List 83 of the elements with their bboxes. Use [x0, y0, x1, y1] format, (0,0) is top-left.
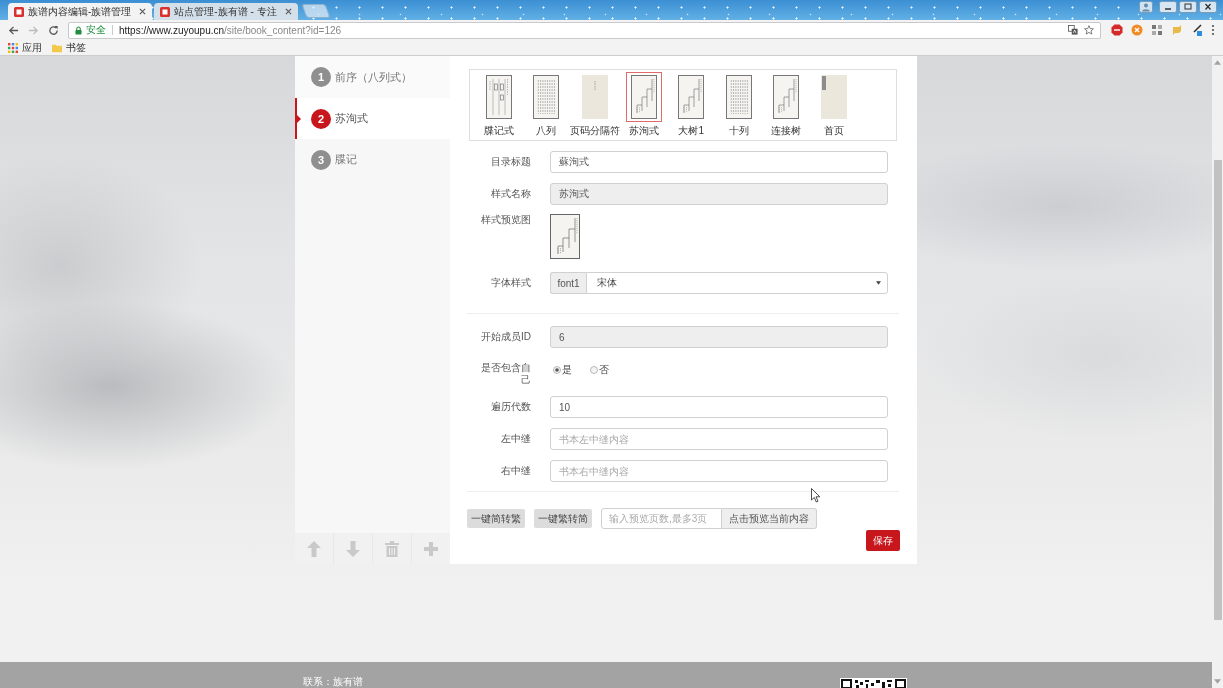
star-icon[interactable] — [1084, 25, 1094, 35]
style-option[interactable]: 牒记式 — [475, 72, 523, 138]
plus-icon[interactable] — [424, 540, 438, 557]
new-tab-button[interactable] — [301, 4, 331, 18]
folder-icon — [52, 42, 62, 53]
bookmark-item[interactable]: 书签 — [52, 40, 86, 55]
forward-arrow-icon[interactable] — [28, 24, 39, 36]
scroll-down-icon[interactable] — [1214, 679, 1221, 684]
url-text: https://www.zuyoupu.cn/site/book_content?id=126 — [119, 24, 343, 36]
qr-code-icon — [840, 678, 907, 688]
field-label: 左中缝 — [500, 433, 531, 445]
apps-grid-icon — [8, 42, 18, 53]
close-icon[interactable] — [1199, 1, 1217, 13]
field-label: 开始成员ID — [480, 331, 531, 343]
text-input[interactable]: 书本右中缝内容 — [550, 460, 888, 482]
field-label: 样式预览图 — [480, 214, 531, 226]
page-thumbnail-icon — [725, 75, 752, 119]
address-bar[interactable]: 安全 https://www.zuyoupu.cn/site/book_content?id=126 — [68, 21, 1101, 39]
down-arrow-icon[interactable] — [346, 540, 360, 557]
grid-icon[interactable] — [1151, 24, 1163, 36]
security-label: 安全 — [86, 23, 106, 37]
step-number: 3 — [311, 149, 331, 170]
page-preview-icon — [550, 214, 580, 259]
browser-tab[interactable]: 族谱内容编辑-族谱管理 — [8, 3, 153, 20]
scroll-up-icon[interactable] — [1214, 60, 1221, 65]
style-option[interactable]: 十列 — [715, 72, 763, 138]
contact-text: 联系：族有谱 — [303, 675, 364, 688]
font-addon: font1 — [550, 272, 586, 294]
trash-icon[interactable] — [385, 540, 399, 557]
page-thumbnail-icon — [582, 75, 608, 119]
page-favicon-icon — [14, 6, 24, 17]
bookmark-item[interactable]: 应用 — [8, 40, 42, 55]
lock-icon — [75, 25, 82, 35]
style-option[interactable]: 连接树 — [762, 72, 810, 138]
text-input[interactable]: 书本左中缝内容 — [550, 428, 888, 450]
field-label: 是否包含自己 — [480, 362, 531, 386]
eyedropper-icon[interactable] — [1191, 24, 1203, 36]
style-option[interactable]: 首页 — [810, 72, 858, 138]
field-label: 样式名称 — [490, 188, 531, 200]
save-button[interactable]: 保存 — [866, 530, 900, 551]
step-number: 1 — [311, 67, 331, 87]
flag-icon[interactable] — [1171, 24, 1183, 36]
step-number: 2 — [311, 108, 331, 129]
field-label: 字体样式 — [490, 277, 531, 289]
page-favicon-icon — [160, 6, 171, 17]
close-icon[interactable] — [284, 8, 292, 15]
convert-button[interactable]: 一键繁转简 — [534, 509, 592, 528]
radio-option[interactable]: 是 — [553, 363, 572, 377]
page-thumbnail-icon — [485, 75, 512, 119]
step-item[interactable]: 3 牒记 — [295, 139, 450, 180]
page-thumbnail-icon — [630, 75, 657, 119]
style-option[interactable]: 页码分隔符 — [570, 72, 620, 138]
minimize-icon[interactable] — [1159, 1, 1177, 13]
page-thumbnail-icon — [773, 75, 800, 119]
style-option[interactable]: 大树1 — [667, 72, 715, 138]
page-thumbnail-icon — [678, 75, 705, 119]
font-dropdown[interactable]: 宋体 — [586, 272, 888, 294]
page-count-input[interactable]: 输入预览页数,最多3页 — [601, 508, 722, 529]
preview-button[interactable]: 点击预览当前内容 — [722, 508, 817, 529]
close-icon[interactable] — [139, 8, 147, 15]
page-thumbnail-icon — [533, 75, 560, 119]
text-input[interactable]: 10 — [550, 396, 888, 418]
convert-button[interactable]: 一键简转繁 — [467, 509, 525, 528]
page-thumbnail-icon — [820, 75, 847, 119]
back-arrow-icon[interactable] — [8, 24, 19, 36]
radio-option[interactable]: 否 — [590, 363, 609, 377]
step-item[interactable]: 2 苏洵式 — [295, 98, 450, 139]
style-option[interactable]: 八列 — [522, 72, 570, 138]
caret-icon — [876, 281, 881, 285]
stop-sign-icon[interactable] — [1111, 24, 1123, 36]
circle-x-icon[interactable] — [1131, 24, 1143, 36]
text-input[interactable]: 蘇洵式 — [550, 151, 888, 173]
menu-icon[interactable] — [1211, 24, 1215, 36]
field-label: 右中缝 — [500, 465, 531, 477]
field-label: 目录标题 — [490, 156, 531, 168]
field-label: 遍历代数 — [490, 401, 531, 413]
scrollbar-thumb[interactable] — [1213, 160, 1222, 620]
browser-tab[interactable]: 站点管理-族有谱 - 专注 — [154, 3, 298, 20]
profile-icon[interactable] — [1139, 1, 1153, 13]
reload-icon[interactable] — [48, 24, 59, 36]
mouse-cursor-icon — [811, 488, 821, 503]
up-arrow-icon[interactable] — [307, 540, 321, 557]
translate-icon[interactable] — [1068, 25, 1078, 35]
